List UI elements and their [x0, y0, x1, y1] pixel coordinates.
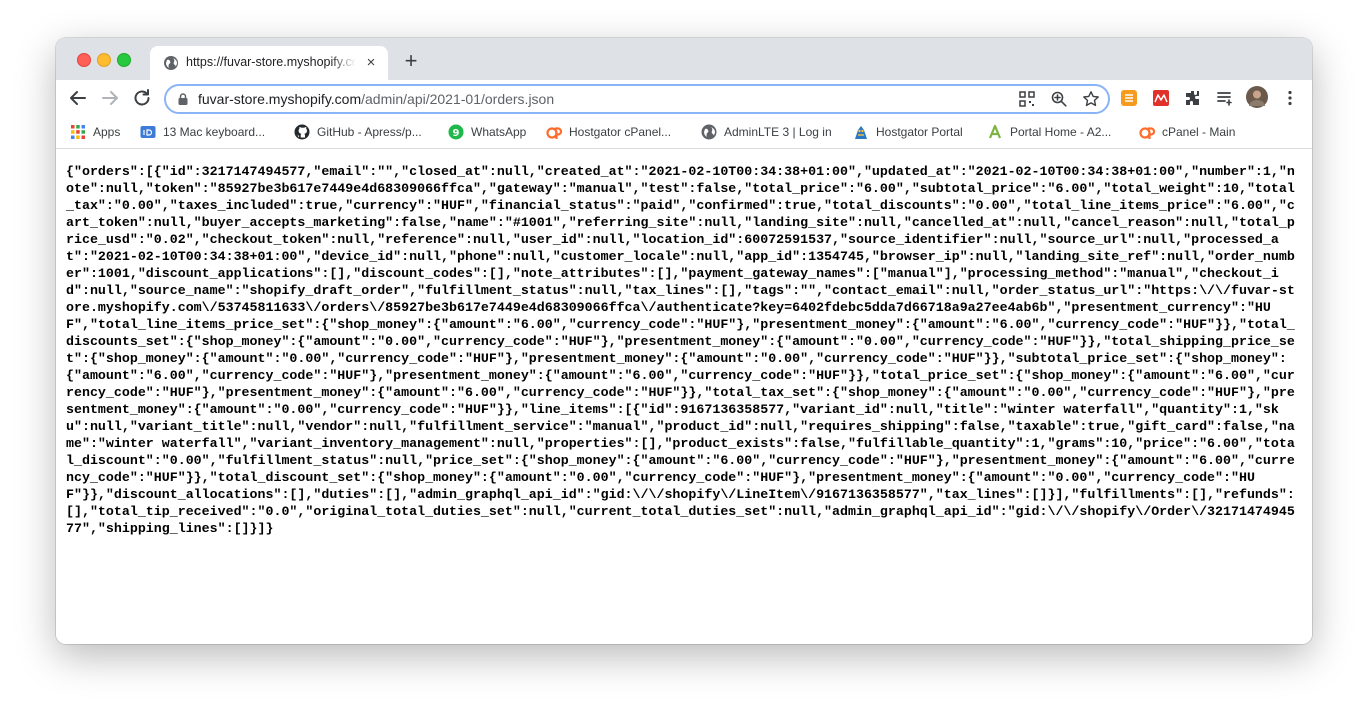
github-icon: [294, 124, 310, 140]
forward-icon[interactable]: [98, 86, 122, 110]
minimize-window-button[interactable]: [97, 53, 111, 67]
json-response-text: {"orders":[{"id":3217147494577,"email":"…: [66, 164, 1295, 536]
close-window-button[interactable]: [77, 53, 91, 67]
globe-icon: [701, 124, 717, 140]
more-menu-icon[interactable]: [1281, 89, 1299, 107]
bookmark-cpanel-main[interactable]: cPanel - Main: [1139, 123, 1235, 141]
bookmark-hostgator-portal[interactable]: Hostgator Portal: [853, 123, 963, 141]
zoom-window-button[interactable]: [117, 53, 131, 67]
lock-icon[interactable]: [176, 92, 190, 106]
browser-window: https://fuvar-store.myshopify.com/admin/…: [56, 38, 1312, 644]
bookmark-label: AdminLTE 3 | Log in: [724, 125, 832, 139]
reload-icon[interactable]: [130, 86, 154, 110]
bookmarks-bar: Apps 13 Mac keyboard... GitHub - Apress/…: [56, 116, 1312, 149]
bookmark-label: Portal Home - A2...: [1010, 125, 1112, 139]
cpanel-icon: [1139, 127, 1155, 139]
bookmark-portal-home-a2[interactable]: Portal Home - A2...: [987, 123, 1111, 141]
bookmark-label: cPanel - Main: [1162, 125, 1236, 139]
bookmark-mac-keyboard[interactable]: 13 Mac keyboard...: [140, 123, 265, 141]
cpanel-icon: [546, 127, 562, 139]
svg-text:9: 9: [453, 128, 460, 139]
whatsapp-icon: 9: [448, 124, 464, 140]
apps-grid-icon: [71, 125, 85, 139]
bookmark-label: Apps: [93, 125, 121, 139]
page-content: {"orders":[{"id":3217147494577,"email":"…: [56, 149, 1312, 644]
qr-code-icon[interactable]: [1018, 90, 1036, 108]
bookmark-whatsapp[interactable]: 9 WhatsApp: [448, 123, 526, 141]
bookmark-apps[interactable]: Apps: [70, 123, 120, 141]
a2-icon: [988, 124, 1002, 139]
back-icon[interactable]: [66, 86, 90, 110]
tab-title: https://fuvar-store.myshopify.com/admin/…: [186, 55, 356, 69]
bookmark-label: Hostgator cPanel...: [569, 125, 672, 139]
toolbar: fuvar-store.myshopify.com/admin/api/2021…: [56, 80, 1312, 116]
reading-list-icon[interactable]: [1216, 89, 1234, 107]
new-tab-button[interactable]: +: [400, 50, 422, 73]
address-bar[interactable]: fuvar-store.myshopify.com/admin/api/2021…: [164, 84, 1110, 114]
idb-icon: [140, 126, 156, 138]
bookmark-label: WhatsApp: [471, 125, 527, 139]
globe-icon: [164, 56, 178, 70]
bookmark-label: 13 Mac keyboard...: [163, 125, 266, 139]
tab-close-icon[interactable]: ×: [362, 54, 380, 72]
bookmark-hostgator-cpanel[interactable]: Hostgator cPanel...: [546, 123, 671, 141]
bookmark-adminlte[interactable]: AdminLTE 3 | Log in: [701, 123, 832, 141]
tab-orders-json[interactable]: https://fuvar-store.myshopify.com/admin/…: [150, 46, 388, 80]
bookmark-label: Hostgator Portal: [876, 125, 963, 139]
url-path: /admin/api/2021-01/orders.json: [361, 91, 555, 107]
bookmark-label: GitHub - Apress/p...: [317, 125, 422, 139]
avatar[interactable]: [1246, 86, 1268, 108]
hostgator-icon: [855, 126, 867, 139]
extensions-puzzle-icon[interactable]: [1184, 89, 1202, 107]
zoom-icon[interactable]: [1050, 90, 1068, 108]
bookmark-github[interactable]: GitHub - Apress/p...: [294, 123, 422, 141]
orange-extension-icon[interactable]: [1120, 89, 1138, 107]
red-extension-icon[interactable]: [1152, 89, 1170, 107]
bookmark-star-icon[interactable]: [1082, 90, 1100, 108]
tab-strip: https://fuvar-store.myshopify.com/admin/…: [56, 38, 1312, 80]
url-text[interactable]: fuvar-store.myshopify.com/admin/api/2021…: [198, 91, 554, 107]
url-host: fuvar-store.myshopify.com: [198, 91, 362, 107]
